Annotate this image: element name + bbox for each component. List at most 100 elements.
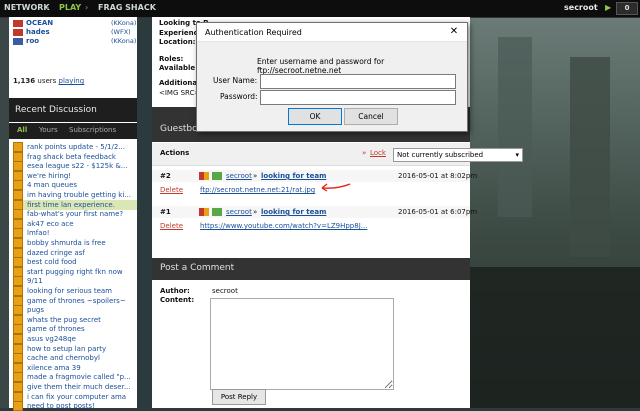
discussion-title[interactable]: asus vg248qe (27, 335, 76, 343)
region-name[interactable]: hades (26, 28, 50, 36)
discussion-title[interactable]: bobby shmurda is free (27, 239, 106, 247)
discussion-item[interactable]: 9/11 (13, 276, 137, 287)
cancel-button[interactable]: Cancel (344, 108, 398, 125)
discussion-item[interactable]: 4 man queues (13, 180, 137, 191)
forum-icon (13, 382, 23, 392)
discussion-item[interactable]: best cold food (13, 257, 137, 268)
discussion-item[interactable]: bobby shmurda is free (13, 238, 137, 248)
user-menu[interactable]: secroot (564, 3, 598, 12)
discussion-title[interactable]: fab-what's your first name? (27, 210, 123, 218)
discussion-item[interactable]: game of thrones ~spoilers~ (13, 295, 137, 306)
discussion-title[interactable]: looking for serious team (27, 287, 112, 295)
comment-textarea[interactable] (210, 298, 394, 390)
discussion-item[interactable]: first time lan experience. (13, 199, 137, 210)
discussion-title[interactable]: we're hiring! (27, 172, 71, 180)
discussion-item[interactable]: made a fragmovie called "p... (13, 372, 137, 383)
dialog-message: Enter username and password for ftp://se… (257, 57, 385, 75)
region-name[interactable]: roo (26, 37, 39, 45)
post-author-link[interactable]: secroot (226, 208, 252, 216)
nav-frag-shack[interactable]: FRAG SHACK (98, 3, 156, 12)
discussion-item[interactable]: asus vg248qe (13, 334, 137, 344)
discussion-item[interactable]: rank points update - 5/1/2... (13, 142, 137, 152)
users-playing-link[interactable]: playing (59, 77, 85, 85)
discussion-title[interactable]: i can fix your computer ama (27, 393, 126, 401)
discussion-title[interactable]: frag shack beta feedback (27, 153, 116, 161)
discussion-item[interactable]: ak47 eco ace (13, 218, 137, 229)
discussion-title[interactable]: need to post posts! (27, 402, 95, 410)
region-tag: (KKona) (111, 19, 137, 27)
discussion-item[interactable]: pugs (13, 305, 137, 316)
discussion-title[interactable]: game of thrones ~spoilers~ (27, 297, 126, 305)
discussion-title[interactable]: how to setup lan party (27, 345, 106, 353)
nav-network[interactable]: NETWORK (4, 3, 50, 12)
discussion-title[interactable]: 9/11 (27, 277, 43, 285)
nav-arrow: › (85, 3, 89, 12)
discussion-item[interactable]: how to setup lan party (13, 343, 137, 354)
forum-icon (13, 228, 23, 239)
post-body-link[interactable]: https://www.youtube.com/watch?v=LZ9Hpp8J… (200, 222, 367, 230)
tab-yours[interactable]: Yours (39, 126, 58, 134)
discussion-item[interactable]: need to post posts! (13, 401, 137, 411)
discussion-item[interactable]: we're hiring! (13, 170, 137, 181)
region-tag: (WFX) (111, 28, 131, 36)
forum-icon (13, 362, 23, 373)
lock-link[interactable]: Lock (370, 149, 386, 157)
discussion-title[interactable]: 4 man queues (27, 181, 77, 189)
discussion-item[interactable]: lmfao! (13, 228, 137, 239)
discussion-title[interactable]: cache and chernobyl (27, 354, 100, 362)
discussion-title[interactable]: made a fragmovie called "p... (27, 373, 131, 381)
discussion-item[interactable]: game of thrones (13, 324, 137, 335)
discussion-item[interactable]: fab-what's your first name? (13, 209, 137, 220)
post-reply-button[interactable]: Post Reply (212, 389, 266, 405)
discussion-item[interactable]: i can fix your computer ama (13, 391, 137, 402)
nav-play[interactable]: PLAY (59, 3, 81, 12)
discussion-item[interactable]: im having trouble getting ki... (13, 190, 137, 200)
discussion-title[interactable]: first time lan experience. (27, 201, 115, 209)
discussion-title[interactable]: esea league s22 - $125k &... (27, 162, 128, 170)
ok-button[interactable]: OK (288, 108, 342, 125)
discussion-item[interactable]: frag shack beta feedback (13, 151, 137, 162)
discussion-title[interactable]: ak47 eco ace (27, 220, 74, 228)
notification-badge[interactable]: 0 (616, 2, 638, 15)
discussion-item[interactable]: start pugging right fkn now (13, 266, 137, 277)
discussion-item[interactable]: esea league s22 - $125k &... (13, 161, 137, 172)
discussion-title[interactable]: xilence ama 39 (27, 364, 81, 372)
post-topic-link[interactable]: looking for team (261, 172, 326, 180)
discussion-item[interactable]: xilence ama 39 (13, 362, 137, 373)
auth-dialog: Authentication Required ✕ Enter username… (196, 22, 468, 132)
dialog-title: Authentication Required (205, 28, 302, 37)
forum-icon (13, 343, 23, 354)
subscription-select[interactable]: Not currently subscribed ▾ (393, 148, 523, 162)
tab-subscriptions[interactable]: Subscriptions (69, 126, 116, 134)
discussion-title[interactable]: rank points update - 5/1/2... (27, 143, 125, 151)
discussion-item[interactable]: looking for serious team (13, 286, 137, 296)
discussion-title[interactable]: game of thrones (27, 325, 85, 333)
region-name[interactable]: OCEAN (26, 19, 53, 27)
username-input[interactable] (260, 74, 456, 89)
discussion-item[interactable]: cache and chernobyl (13, 353, 137, 364)
post-topic-link[interactable]: looking for team (261, 208, 326, 216)
discussion-title[interactable]: lmfao! (27, 229, 50, 237)
discussion-item[interactable]: dazed cringe asf (13, 247, 137, 258)
discussion-title[interactable]: whats the pug secret (27, 316, 101, 324)
discussion-title[interactable]: start pugging right fkn now (27, 268, 123, 276)
discussion-title[interactable]: pugs (27, 306, 44, 314)
password-input[interactable] (260, 90, 456, 105)
forum-icon (13, 209, 23, 220)
discussion-title[interactable]: dazed cringe asf (27, 249, 85, 257)
post-body-link[interactable]: ftp://secroot.netne.net:21/rat.jpg (200, 186, 315, 194)
tab-all[interactable]: All (17, 126, 27, 134)
post-author-link[interactable]: secroot (226, 172, 252, 180)
discussion-item[interactable]: whats the pug secret (13, 314, 137, 325)
forum-icon (13, 238, 23, 248)
forum-icon (13, 151, 23, 162)
discussion-title[interactable]: im having trouble getting ki... (27, 191, 131, 199)
delete-post-link[interactable]: Delete (160, 222, 183, 230)
discussion-title[interactable]: give them their much deser... (27, 383, 131, 391)
close-icon[interactable]: ✕ (441, 23, 467, 40)
user-arrow-icon[interactable]: ▶ (605, 3, 611, 12)
forum-icon (13, 401, 23, 411)
discussion-item[interactable]: give them their much deser... (13, 382, 137, 392)
discussion-title[interactable]: best cold food (27, 258, 77, 266)
delete-post-link[interactable]: Delete (160, 186, 183, 194)
